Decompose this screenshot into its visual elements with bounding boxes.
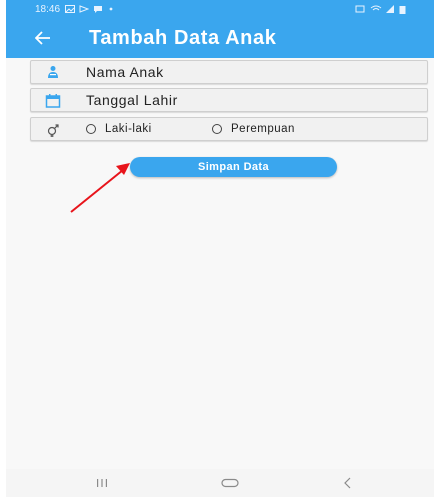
gender-field: Laki-laki Perempuan xyxy=(30,117,428,141)
alarm-icon xyxy=(355,5,365,13)
birthdate-placeholder: Tanggal Lahir xyxy=(86,92,178,108)
birthdate-field[interactable]: Tanggal Lahir xyxy=(30,88,428,112)
home-icon xyxy=(221,478,239,488)
gallery-notification-icon xyxy=(65,5,76,13)
status-bar: 18:46 xyxy=(6,0,434,18)
home-button[interactable] xyxy=(218,475,242,491)
app-bar: Tambah Data Anak xyxy=(6,18,434,58)
wifi-icon xyxy=(370,5,382,11)
nav-back-button[interactable] xyxy=(338,475,356,491)
recent-apps-icon xyxy=(97,479,107,487)
navigation-bar xyxy=(6,469,434,497)
child-icon xyxy=(48,66,58,78)
back-button[interactable] xyxy=(30,25,56,51)
child-name-placeholder: Nama Anak xyxy=(86,64,164,80)
play-notification-icon xyxy=(79,5,90,13)
arrow-left-icon xyxy=(35,31,50,45)
nav-back-icon xyxy=(344,477,351,489)
phone-screen: 18:46 Tambah Data Anak Nama Anak Tanggal… xyxy=(6,0,434,497)
status-time: 18:46 xyxy=(35,3,61,15)
recent-apps-button[interactable] xyxy=(92,475,112,491)
signal-icon xyxy=(386,5,394,13)
dot-notification-icon xyxy=(109,7,113,11)
page-title: Tambah Data Anak xyxy=(89,27,277,49)
gender-icon xyxy=(47,124,59,137)
save-button[interactable]: Simpan Data xyxy=(130,157,337,177)
child-name-field[interactable]: Nama Anak xyxy=(30,60,428,84)
male-label[interactable]: Laki-laki xyxy=(105,123,152,135)
male-radio[interactable] xyxy=(86,124,96,134)
battery-icon xyxy=(399,5,406,14)
female-label[interactable]: Perempuan xyxy=(231,123,295,135)
female-radio[interactable] xyxy=(212,124,222,134)
calendar-icon xyxy=(45,94,61,108)
message-notification-icon xyxy=(94,6,103,13)
